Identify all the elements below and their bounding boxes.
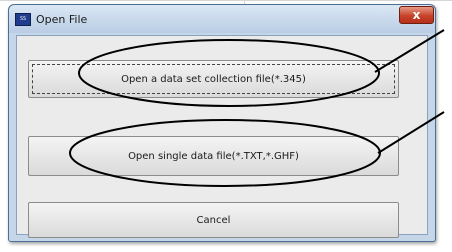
close-button[interactable]: x (399, 6, 434, 24)
open-single-file-label: Open single data file(*.TXT,*.GHF) (128, 150, 299, 162)
open-single-file-button[interactable]: Open single data file(*.TXT,*.GHF) (28, 136, 399, 176)
title-bar[interactable]: SS Open File x (9, 5, 435, 33)
open-collection-label: Open a data set collection file(*.345) (121, 73, 306, 85)
cancel-label: Cancel (196, 214, 231, 226)
cancel-button[interactable]: Cancel (28, 202, 399, 238)
app-icon: SS (15, 13, 31, 26)
open-collection-button[interactable]: Open a data set collection file(*.345) (28, 60, 399, 98)
dialog-title: Open File (36, 13, 88, 26)
close-icon: x (412, 8, 421, 22)
background-line (0, 0, 452, 1)
